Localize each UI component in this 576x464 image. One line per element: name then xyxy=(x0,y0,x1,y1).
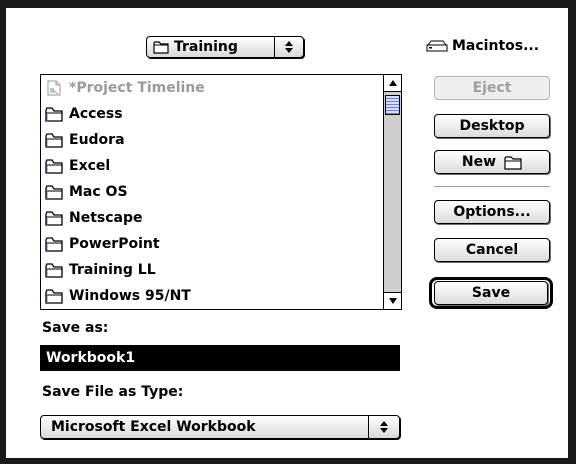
folder-icon xyxy=(45,211,63,226)
list-item[interactable]: Access xyxy=(41,101,383,127)
hard-disk-icon xyxy=(426,40,448,52)
disk-label: Macintos... xyxy=(426,38,539,54)
list-item-label: *Project Timeline xyxy=(69,80,205,96)
up-down-arrows-icon xyxy=(285,41,293,53)
new-folder-label: New xyxy=(461,154,497,170)
list-item[interactable]: Mac OS xyxy=(41,179,383,205)
folder-icon xyxy=(45,133,63,148)
scroll-thumb[interactable] xyxy=(385,95,400,115)
list-item-label: Mac OS xyxy=(69,184,128,200)
file-list[interactable]: *Project Timeline Access Eudora Excel Mac OS… xyxy=(40,74,402,310)
folder-icon xyxy=(45,159,63,174)
list-item[interactable]: Excel xyxy=(41,153,383,179)
cancel-button[interactable]: Cancel xyxy=(434,238,550,262)
eject-button[interactable]: Eject xyxy=(434,76,550,100)
scroll-down-arrow[interactable] xyxy=(384,292,401,309)
list-item[interactable]: *Project Timeline xyxy=(41,75,383,101)
location-popup-label: Training xyxy=(174,39,238,55)
scroll-up-arrow[interactable] xyxy=(384,75,401,92)
file-name-field[interactable]: Workbook1 xyxy=(40,345,400,371)
button-divider xyxy=(434,186,550,187)
file-type-label: Save File as Type: xyxy=(42,384,184,400)
list-item-label: Windows 95/NT xyxy=(69,288,191,304)
list-item[interactable]: Training LL xyxy=(41,257,383,283)
folder-icon xyxy=(45,263,63,278)
desktop-button[interactable]: Desktop xyxy=(434,114,550,138)
list-item-label: Excel xyxy=(69,158,111,174)
arrow-up-icon xyxy=(388,80,397,86)
list-item-label: Eudora xyxy=(69,132,125,148)
document-icon xyxy=(47,80,61,96)
scrollbar[interactable] xyxy=(383,75,401,309)
list-item-label: PowerPoint xyxy=(69,236,160,252)
list-item[interactable]: Netscape xyxy=(41,205,383,231)
folder-icon xyxy=(45,185,63,200)
file-type-popup[interactable]: Microsoft Excel Workbook xyxy=(40,415,400,439)
arrow-down-icon xyxy=(388,298,397,304)
list-item-label: Access xyxy=(69,106,123,122)
list-item-label: Training LL xyxy=(69,262,156,278)
save-as-label: Save as: xyxy=(42,320,109,336)
folder-icon xyxy=(45,237,63,252)
up-down-arrows-icon xyxy=(380,421,388,433)
list-item[interactable]: Eudora xyxy=(41,127,383,153)
new-folder-button[interactable]: New xyxy=(434,150,550,174)
folder-icon xyxy=(504,155,522,170)
save-button[interactable]: Save xyxy=(434,281,548,305)
folder-icon xyxy=(153,41,169,54)
file-type-value: Microsoft Excel Workbook xyxy=(51,419,256,435)
location-popup[interactable]: Training xyxy=(146,36,304,58)
list-item-label: Netscape xyxy=(69,210,143,226)
disk-name: Macintos... xyxy=(452,38,540,54)
list-item[interactable]: PowerPoint xyxy=(41,231,383,257)
options-button[interactable]: Options... xyxy=(434,200,550,224)
folder-icon xyxy=(45,289,63,304)
folder-icon xyxy=(45,107,63,122)
file-list-items: *Project Timeline Access Eudora Excel Mac OS… xyxy=(41,75,383,309)
list-item[interactable]: Windows 95/NT xyxy=(41,283,383,309)
